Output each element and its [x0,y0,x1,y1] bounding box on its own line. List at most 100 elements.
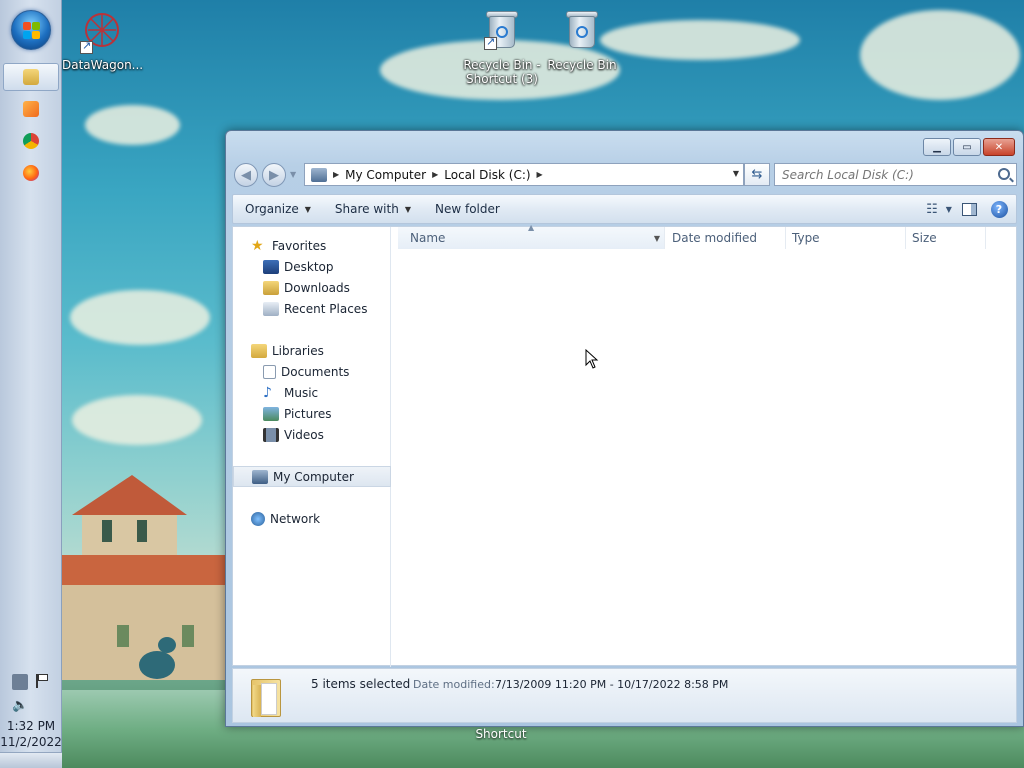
share-with-label: Share with [334,202,399,216]
refresh-icon: ⇆ [751,167,763,182]
help-button[interactable]: ? [988,198,1010,220]
folder-icon [251,675,285,717]
taskbar-firefox-button[interactable] [3,159,59,187]
chevron-down-icon: ▼ [304,204,311,214]
desktop-icon-recycle-bin-shortcut[interactable]: Recycle Bin - Shortcut (3) [462,8,542,86]
forward-button[interactable]: ▶ [262,163,286,187]
maximize-button[interactable]: ▭ [953,138,981,156]
column-label: Name [410,231,446,245]
nav-label: Recent Places [284,301,368,316]
search-icon[interactable] [998,168,1010,180]
chevron-right-icon: ▶ [536,170,543,179]
volume-icon[interactable]: 🔈 [12,698,28,713]
network-status-icon[interactable] [12,674,28,690]
window-controls: ▁ ▭ ✕ [923,138,1015,156]
nav-label: Libraries [272,343,324,358]
column-header-type[interactable]: Type [786,227,906,249]
organize-button[interactable]: Organize ▼ [233,197,323,221]
address-bar[interactable]: ▶ My Computer ▶ Local Disk (C:) ▶ ▼ [304,163,744,186]
show-desktop-button[interactable] [0,752,62,768]
desktop-icon-label: DataWagon... [62,58,144,72]
desktop-icon-label: Shortcut [475,727,527,741]
music-icon: ♪ [263,384,272,401]
windows-logo-icon [23,22,41,40]
desktop-icon-recycle-bin[interactable]: Recycle Bin [542,8,622,72]
nav-pictures[interactable]: Pictures [233,403,391,424]
address-row: ◀ ▶ ▼ ▶ My Computer ▶ Local Disk (C:) ▶ … [234,162,1017,188]
nav-desktop[interactable]: Desktop [233,256,391,277]
wallpaper-house [62,475,227,680]
documents-icon [263,364,276,379]
explorer-content: ★ Favorites Desktop Downloads Recent Pla… [232,223,1018,667]
recent-places-icon [263,301,279,316]
file-list[interactable]: ▲ Name ▼ Date modified Type Size [392,223,1018,667]
nav-videos[interactable]: Videos [233,424,391,445]
nav-network[interactable]: Network [233,508,391,529]
videos-icon [263,427,279,442]
column-header-name[interactable]: ▲ Name ▼ [398,223,665,249]
recent-pages-dropdown[interactable]: ▼ [290,170,296,179]
nav-recent-places[interactable]: Recent Places [233,298,391,319]
chevron-down-icon[interactable]: ▼ [654,234,660,243]
recycle-bin-icon [564,8,600,50]
preview-pane-icon [961,202,977,216]
chevron-right-icon: ▶ [432,170,439,179]
search-box[interactable] [774,163,1017,186]
nav-favorites[interactable]: ★ Favorites [233,235,391,256]
shortcut-arrow-icon [80,39,93,54]
share-with-button[interactable]: Share with ▼ [323,197,423,221]
wallpaper-cloud [72,395,202,445]
back-button[interactable]: ◀ [234,163,258,187]
datawagon-icon [80,10,124,54]
column-header-size[interactable]: Size [906,227,986,249]
firefox-icon [23,165,39,181]
close-icon: ✕ [994,141,1004,153]
column-header-date-modified[interactable]: Date modified [666,227,786,249]
taskbar-explorer-button[interactable] [3,63,59,91]
taskbar-chrome-button[interactable] [3,127,59,155]
nav-label: Network [270,511,321,526]
nav-music[interactable]: ♪ Music [233,382,391,403]
nav-my-computer[interactable]: My Computer [233,466,391,487]
mouse-cursor-icon [585,349,599,369]
navigation-pane: ★ Favorites Desktop Downloads Recent Pla… [233,227,391,667]
forward-arrow-icon: ▶ [269,167,279,183]
search-input[interactable] [782,167,992,182]
downloads-icon [263,280,279,295]
nav-label: Documents [281,364,350,379]
nav-label: Pictures [284,406,332,421]
libraries-icon [251,343,267,358]
taskbar-clock[interactable]: 1:32 PM 11/2/2022 [0,718,62,750]
wallpaper-cloud [70,290,210,345]
nav-documents[interactable]: Documents [233,361,391,382]
nav-downloads[interactable]: Downloads [233,277,391,298]
preview-pane-button[interactable] [958,198,980,220]
wallpaper-cloud [85,105,180,145]
desktop-icon-datawagon[interactable]: DataWagon... [62,10,144,72]
breadcrumb-my-computer[interactable]: My Computer [345,168,426,182]
address-dropdown-icon[interactable]: ▼ [733,169,739,178]
new-folder-button[interactable]: New folder [423,197,512,221]
column-label: Type [792,231,820,245]
refresh-button[interactable]: ⇆ [744,163,770,186]
start-button[interactable] [11,10,51,50]
clock-time: 1:32 PM [6,719,56,733]
view-options-button[interactable]: ☷ ▼ [926,198,952,220]
clock-date: 11/2/2022 [0,735,62,749]
taskbar: 🔈 1:32 PM 11/2/2022 [0,0,62,768]
nav-libraries[interactable]: Libraries [233,340,391,361]
breadcrumb-local-disk[interactable]: Local Disk (C:) [444,168,530,182]
network-icon [251,511,265,526]
close-button[interactable]: ✕ [983,138,1015,156]
date-modified-value: 7/13/2009 11:20 PM - 10/17/2022 8:58 PM [495,678,729,691]
details-view-icon: ☷ [926,201,938,217]
taskbar-media-player-button[interactable] [3,95,59,123]
nav-label: My Computer [273,469,354,484]
back-arrow-icon: ◀ [241,167,251,183]
nav-label: Music [284,385,319,400]
action-center-flag-icon[interactable] [36,674,50,688]
column-label: Date modified [672,231,758,245]
star-icon: ★ [251,237,264,254]
chevron-down-icon: ▼ [945,204,952,214]
minimize-button[interactable]: ▁ [923,138,951,156]
